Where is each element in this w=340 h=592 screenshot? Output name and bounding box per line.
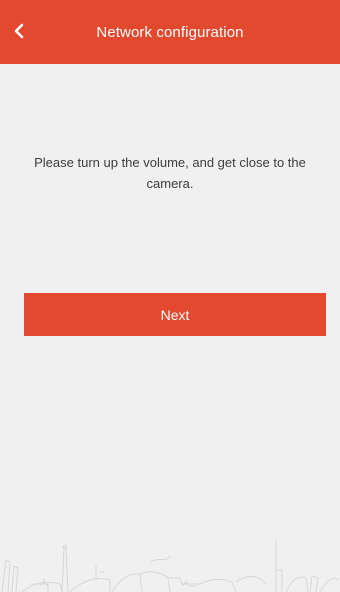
- chevron-left-icon: [14, 23, 24, 39]
- app-header: Network configuration: [0, 0, 340, 64]
- page-title: Network configuration: [96, 23, 244, 41]
- back-button[interactable]: [4, 16, 34, 46]
- city-skyline-illustration: [1, 540, 339, 592]
- network-configuration-screen: Network configuration Please turn up the…: [0, 0, 340, 592]
- next-button[interactable]: Next: [24, 293, 326, 336]
- instruction-text: Please turn up the volume, and get close…: [34, 155, 306, 191]
